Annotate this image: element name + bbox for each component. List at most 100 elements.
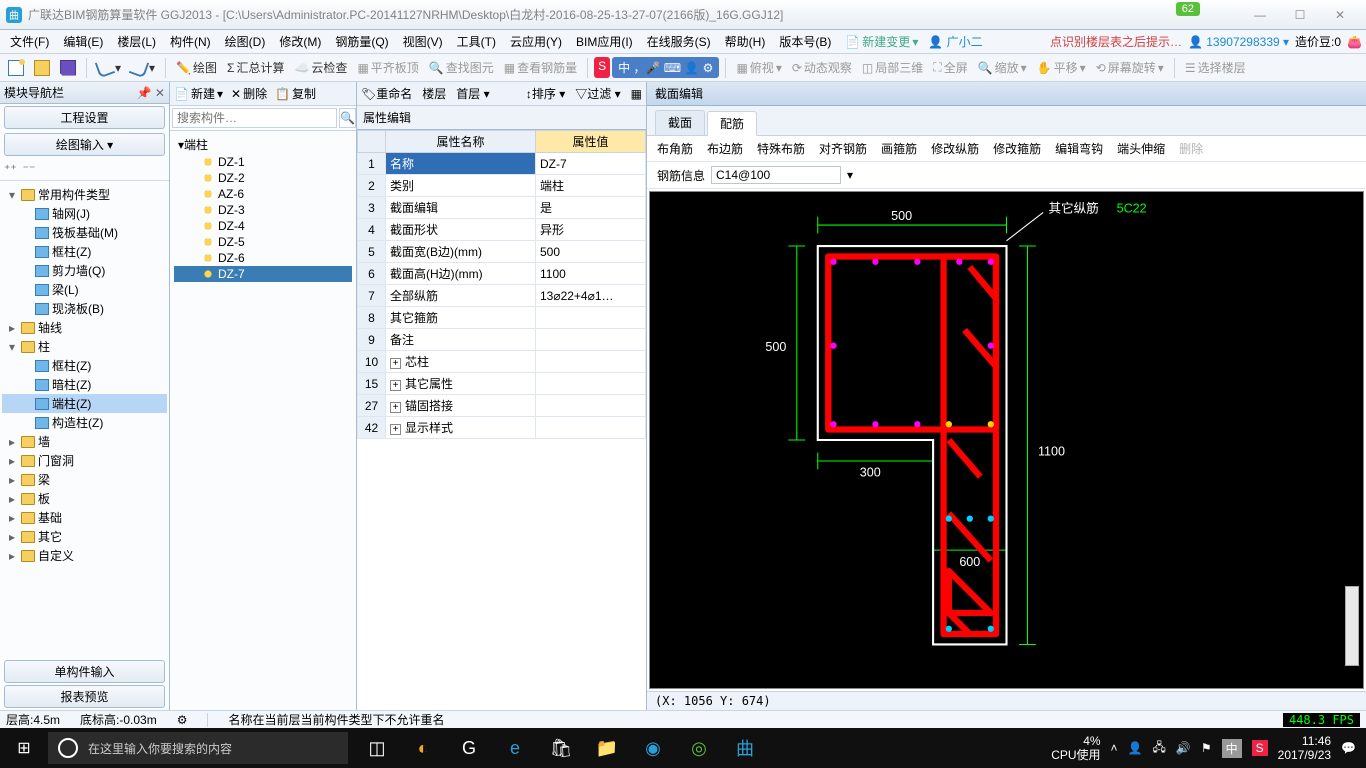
redo-button[interactable]: ▾ <box>127 58 159 78</box>
pin-icon[interactable]: 📌 ✕ <box>137 86 165 100</box>
component-item[interactable]: AZ-6 <box>174 186 352 202</box>
tree-node[interactable]: ▸梁 <box>2 470 167 489</box>
store-icon[interactable]: 🛍 <box>540 728 582 768</box>
view-rebar-button[interactable]: ▦ 查看钢筋量 <box>500 57 581 78</box>
start-button[interactable]: ⊞ <box>0 738 48 758</box>
account-link[interactable]: 👤 13907298339 ▾ <box>1188 35 1289 49</box>
special-bar-button[interactable]: 特殊布筋 <box>757 140 805 157</box>
save-button[interactable] <box>56 58 80 78</box>
taskbar-app-1[interactable]: ◐ <box>402 728 444 768</box>
floor-button[interactable]: 楼层 <box>422 85 446 102</box>
property-row[interactable]: 1名称DZ-7 <box>358 153 646 175</box>
tree-node[interactable]: 构造柱(Z) <box>2 413 167 432</box>
modify-stirrup-button[interactable]: 修改箍筋 <box>993 140 1041 157</box>
component-item[interactable]: ▾端柱 <box>174 135 352 154</box>
tab-rebar[interactable]: 配筋 <box>707 111 757 136</box>
tree-node[interactable]: ▸轴线 <box>2 318 167 337</box>
property-row[interactable]: 42+显示样式 <box>358 417 646 439</box>
sort-button[interactable]: ↕排序 ▾ <box>526 85 565 102</box>
dynamic-view-button[interactable]: ⟳ 动态观察 <box>788 57 856 78</box>
canvas-side-handle[interactable] <box>1345 586 1359 666</box>
clock[interactable]: 11:462017/9/23 <box>1278 734 1331 763</box>
search-button[interactable]: 🔍 <box>339 108 356 128</box>
promo-text[interactable]: 点识别楼层表之后提示… <box>1050 33 1182 50</box>
edge-bar-button[interactable]: 布边筋 <box>707 140 743 157</box>
property-row[interactable]: 9备注 <box>358 329 646 351</box>
tree-node[interactable]: 轴网(J) <box>2 204 167 223</box>
first-floor-dropdown[interactable]: 首层 ▾ <box>456 85 489 102</box>
explorer-icon[interactable]: 📁 <box>586 728 628 768</box>
ime-indicator[interactable]: 中 <box>1222 739 1242 758</box>
menu-file[interactable]: 文件(F) <box>4 31 55 52</box>
pan-button[interactable]: ✋平移 ▾ <box>1033 57 1090 78</box>
menu-bim[interactable]: BIM应用(I) <box>570 31 639 52</box>
filter-button[interactable]: ▽过滤 ▾ <box>575 85 620 102</box>
notification-badge[interactable]: 62 <box>1176 2 1200 16</box>
expand-icon[interactable]: ⁺⁺ <box>4 162 17 176</box>
ime-floating-bar[interactable]: S 中 ，🎤 ⌨ 👤 ⚙ <box>594 57 719 78</box>
menu-cloud[interactable]: 云应用(Y) <box>504 31 568 52</box>
new-component-button[interactable]: 📄新建 ▾ <box>174 85 223 102</box>
tree-node[interactable]: 现浇板(B) <box>2 299 167 318</box>
tree-node[interactable]: ▾常用构件类型 <box>2 185 167 204</box>
menu-help[interactable]: 帮助(H) <box>719 31 772 52</box>
cloud-check-button[interactable]: ☁️云检查 <box>290 57 351 78</box>
property-row[interactable]: 6截面高(H边)(mm)1100 <box>358 263 646 285</box>
menu-modify[interactable]: 修改(M) <box>273 31 327 52</box>
minimize-button[interactable]: — <box>1240 8 1280 22</box>
tree-node[interactable]: ▸基础 <box>2 508 167 527</box>
section-canvas[interactable]: 500 500 300 1100 600 其它纵筋 5C22 <box>649 191 1364 689</box>
task-view-icon[interactable]: ◫ <box>356 728 398 768</box>
maximize-button[interactable]: ☐ <box>1280 8 1320 22</box>
tab-single-input[interactable]: 单构件输入 <box>4 660 165 683</box>
local-3d-button[interactable]: ◫ 局部三维 <box>858 57 927 78</box>
menu-component[interactable]: 构件(N) <box>164 31 217 52</box>
fullscreen-button[interactable]: ⛶ 全屏 <box>929 57 971 78</box>
cpu-meter[interactable]: 4%CPU使用 <box>1051 734 1100 763</box>
find-button[interactable]: 🔍查找图元 <box>425 57 498 78</box>
new-file-button[interactable] <box>4 58 28 78</box>
component-item[interactable]: DZ-3 <box>174 202 352 218</box>
property-row[interactable]: 27+锚固搭接 <box>358 395 646 417</box>
corner-bar-button[interactable]: 布角筋 <box>657 140 693 157</box>
tab-section[interactable]: 截面 <box>655 110 705 135</box>
level-top-button[interactable]: ▦ 平齐板顶 <box>353 57 422 78</box>
component-item[interactable]: DZ-4 <box>174 218 352 234</box>
property-row[interactable]: 2类别端柱 <box>358 175 646 197</box>
menu-view[interactable]: 视图(V) <box>397 31 449 52</box>
tree-node[interactable]: ▾柱 <box>2 337 167 356</box>
property-row[interactable]: 5截面宽(B边)(mm)500 <box>358 241 646 263</box>
tray-flag-icon[interactable]: ⚑ <box>1201 741 1212 755</box>
menu-rebar[interactable]: 钢筋量(Q) <box>329 31 394 52</box>
tree-node[interactable]: 剪力墙(Q) <box>2 261 167 280</box>
tree-node[interactable]: 端柱(Z) <box>2 394 167 413</box>
property-row[interactable]: 15+其它属性 <box>358 373 646 395</box>
taskbar-app-5[interactable]: 曲 <box>724 728 766 768</box>
taskbar-app-2[interactable]: G <box>448 728 490 768</box>
menu-draw[interactable]: 绘图(D) <box>219 31 272 52</box>
property-table[interactable]: 属性名称 属性值 1名称DZ-72类别端柱3截面编辑是4截面形状异形5截面宽(B… <box>357 130 646 710</box>
component-list-tree[interactable]: ▾端柱DZ-1DZ-2AZ-6DZ-3DZ-4DZ-5DZ-6DZ-7 <box>170 131 356 710</box>
property-row[interactable]: 3截面编辑是 <box>358 197 646 219</box>
cortana-search[interactable]: 在这里输入你要搜索的内容 <box>48 732 348 764</box>
tab-draw-input[interactable]: 绘图输入 ▾ <box>4 133 165 156</box>
tree-node[interactable]: 暗柱(Z) <box>2 375 167 394</box>
user-avatar-icon[interactable]: 👤 广小二 <box>928 33 982 50</box>
credit-icon[interactable]: 👛 <box>1347 35 1362 49</box>
property-row[interactable]: 10+芯柱 <box>358 351 646 373</box>
select-floor-button[interactable]: ☰ 选择楼层 <box>1181 57 1250 78</box>
align-bar-button[interactable]: 对齐钢筋 <box>819 140 867 157</box>
delete-component-button[interactable]: ✕删除 <box>231 85 267 102</box>
tree-node[interactable]: 框柱(Z) <box>2 242 167 261</box>
end-extend-button[interactable]: 端头伸缩 <box>1117 140 1165 157</box>
close-button[interactable]: ✕ <box>1320 8 1360 22</box>
property-row[interactable]: 4截面形状异形 <box>358 219 646 241</box>
delete-bar-button[interactable]: 删除 <box>1179 140 1203 157</box>
zoom-button[interactable]: 🔍缩放 ▾ <box>974 57 1031 78</box>
rotate-button[interactable]: ⟲ 屏幕旋转 ▾ <box>1092 57 1168 78</box>
rename-button[interactable]: 🏷重命名 <box>361 85 412 102</box>
top-view-button[interactable]: ▦ 俯视 ▾ <box>732 57 785 78</box>
rebar-info-dropdown[interactable]: ▾ <box>847 168 853 182</box>
tray-up-icon[interactable]: ˄ <box>1111 741 1118 755</box>
edit-hook-button[interactable]: 编辑弯钩 <box>1055 140 1103 157</box>
